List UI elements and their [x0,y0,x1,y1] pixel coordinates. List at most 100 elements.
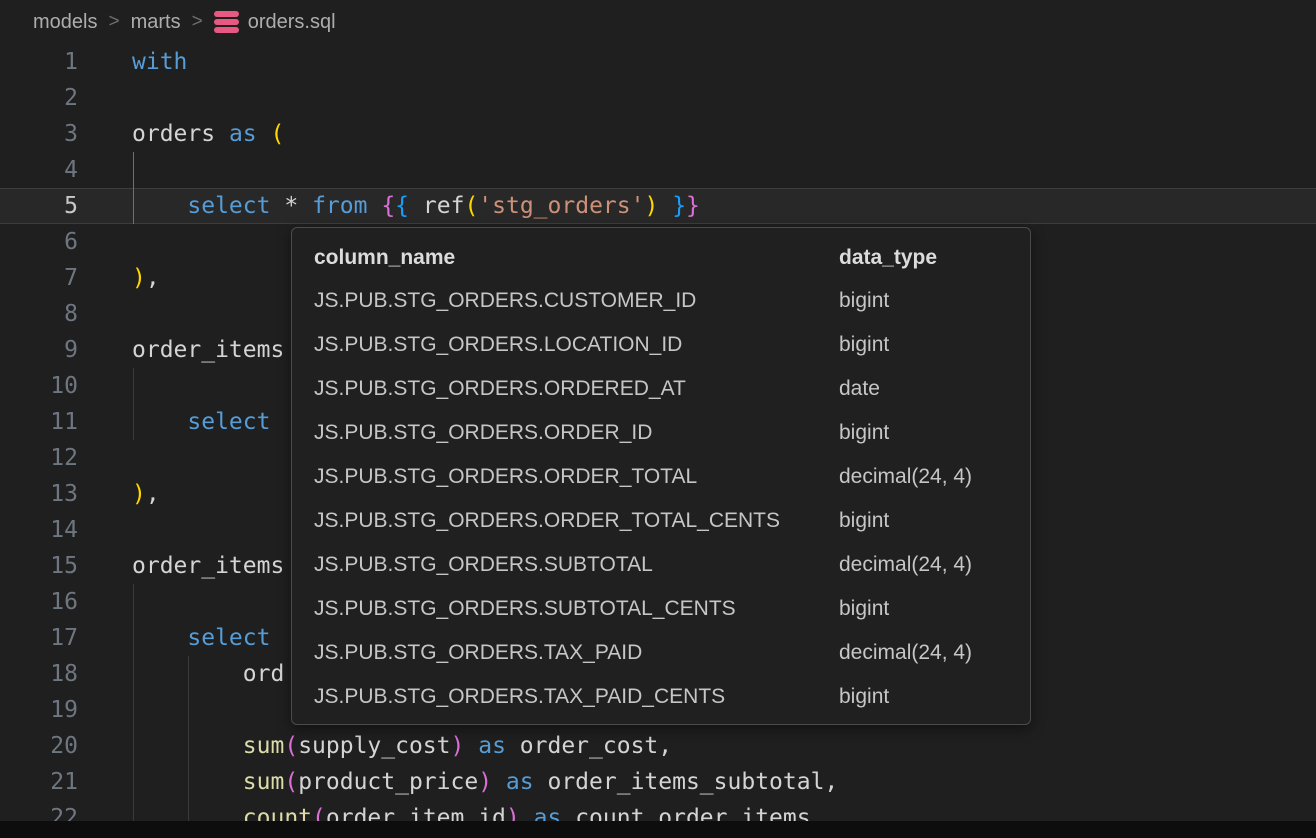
gutter-spacer [78,44,132,80]
data-type-cell: bigint [839,597,1014,621]
data-type-cell: bigint [839,333,1014,357]
line-number-6[interactable]: 6 [0,224,78,260]
popup-table-row: JS.PUB.STG_ORDERS.ORDER_IDbigint [292,411,1030,455]
line-number-14[interactable]: 14 [0,512,78,548]
line-number-10[interactable]: 10 [0,368,78,404]
indent-guide [133,368,134,404]
gutter-spacer [78,296,132,332]
gutter-spacer [78,368,132,404]
breadcrumb: models > marts > orders.sql [0,0,1316,44]
code-text[interactable]: select [132,620,270,656]
file-name: orders.sql [248,11,336,34]
code-text[interactable]: order_items [132,332,284,368]
code-line-2[interactable]: 2 [0,80,1316,116]
line-number-16[interactable]: 16 [0,584,78,620]
line-number-4[interactable]: 4 [0,152,78,188]
code-line-1[interactable]: 1 with [0,44,1316,80]
hover-popup: column_name data_type JS.PUB.STG_ORDERS.… [291,227,1031,725]
gutter-spacer [78,548,132,584]
popup-table-row: JS.PUB.STG_ORDERS.ORDERED_ATdate [292,367,1030,411]
line-number-11[interactable]: 11 [0,404,78,440]
data-type-cell: date [839,377,1014,401]
popup-header-row: column_name data_type [292,237,1030,279]
line-number-8[interactable]: 8 [0,296,78,332]
popup-table-row: JS.PUB.STG_ORDERS.CUSTOMER_IDbigint [292,279,1030,323]
column-name-cell: JS.PUB.STG_ORDERS.SUBTOTAL [314,553,839,577]
line-number-3[interactable]: 3 [0,116,78,152]
breadcrumb-item-marts[interactable]: marts [131,11,181,34]
line-number-20[interactable]: 20 [0,728,78,764]
code-line-20[interactable]: 20 sum(supply_cost) as order_cost, [0,728,1316,764]
data-type-cell: bigint [839,685,1014,709]
code-text[interactable]: ), [132,260,160,296]
chevron-right-icon: > [108,11,119,33]
column-name-cell: JS.PUB.STG_ORDERS.TAX_PAID [314,641,839,665]
gutter-spacer [78,512,132,548]
gutter-spacer [78,584,132,620]
gutter-spacer [78,620,132,656]
indent-guide [133,152,134,188]
line-number-13[interactable]: 13 [0,476,78,512]
code-text[interactable]: select [132,404,270,440]
code-line-4[interactable]: 4 [0,152,1316,188]
line-number-9[interactable]: 9 [0,332,78,368]
code-text[interactable]: ord [132,656,284,692]
line-number-2[interactable]: 2 [0,80,78,116]
code-text[interactable]: select * from {{ ref('stg_orders') }} [132,188,700,224]
bottom-panel-edge [0,821,1316,838]
indent-guide [133,692,134,728]
gutter-spacer [78,476,132,512]
column-name-cell: JS.PUB.STG_ORDERS.TAX_PAID_CENTS [314,685,839,709]
code-line-21[interactable]: 21 sum(product_price) as order_items_sub… [0,764,1316,800]
column-name-cell: JS.PUB.STG_ORDERS.ORDER_TOTAL_CENTS [314,509,839,533]
breadcrumb-item-models[interactable]: models [33,11,97,34]
popup-table-row: JS.PUB.STG_ORDERS.ORDER_TOTALdecimal(24,… [292,455,1030,499]
gutter-spacer [78,152,132,188]
line-number-1[interactable]: 1 [0,44,78,80]
line-number-21[interactable]: 21 [0,764,78,800]
gutter-spacer [78,440,132,476]
code-line-5[interactable]: 5 select * from {{ ref('stg_orders') }} [0,188,1316,224]
popup-table-row: JS.PUB.STG_ORDERS.LOCATION_IDbigint [292,323,1030,367]
data-type-cell: bigint [839,421,1014,445]
gutter-spacer [78,260,132,296]
data-type-cell: decimal(24, 4) [839,553,1014,577]
gutter-spacer [78,116,132,152]
popup-table-row: JS.PUB.STG_ORDERS.TAX_PAID_CENTSbigint [292,675,1030,719]
code-text[interactable]: sum(supply_cost) as order_cost, [132,728,672,764]
code-text[interactable]: ), [132,476,160,512]
line-number-17[interactable]: 17 [0,620,78,656]
code-text[interactable]: order_items [132,548,284,584]
gutter-spacer [78,692,132,728]
line-number-7[interactable]: 7 [0,260,78,296]
column-name-cell: JS.PUB.STG_ORDERS.LOCATION_ID [314,333,839,357]
popup-table-row: JS.PUB.STG_ORDERS.ORDER_TOTAL_CENTSbigin… [292,499,1030,543]
code-text[interactable]: with [132,44,187,80]
gutter-spacer [78,404,132,440]
popup-header-column-name: column_name [314,246,839,270]
popup-table-row: JS.PUB.STG_ORDERS.TAX_PAIDdecimal(24, 4) [292,631,1030,675]
code-line-3[interactable]: 3 orders as ( [0,116,1316,152]
line-number-15[interactable]: 15 [0,548,78,584]
gutter-spacer [78,224,132,260]
data-type-cell: bigint [839,289,1014,313]
line-number-5[interactable]: 5 [0,188,78,224]
popup-table-row: JS.PUB.STG_ORDERS.SUBTOTAL_CENTSbigint [292,587,1030,631]
gutter-spacer [78,656,132,692]
column-name-cell: JS.PUB.STG_ORDERS.ORDER_TOTAL [314,465,839,489]
gutter-spacer [78,332,132,368]
gutter-spacer [78,188,132,224]
popup-table-row: JS.PUB.STG_ORDERS.SUBTOTALdecimal(24, 4) [292,543,1030,587]
code-text[interactable]: orders as ( [132,116,284,152]
database-icon [214,11,239,33]
indent-guide [133,584,134,620]
line-number-19[interactable]: 19 [0,692,78,728]
data-type-cell: decimal(24, 4) [839,465,1014,489]
line-number-18[interactable]: 18 [0,656,78,692]
column-name-cell: JS.PUB.STG_ORDERS.ORDER_ID [314,421,839,445]
code-text[interactable]: sum(product_price) as order_items_subtot… [132,764,838,800]
column-name-cell: JS.PUB.STG_ORDERS.ORDERED_AT [314,377,839,401]
gutter-spacer [78,764,132,800]
line-number-12[interactable]: 12 [0,440,78,476]
breadcrumb-item-file[interactable]: orders.sql [214,11,336,34]
